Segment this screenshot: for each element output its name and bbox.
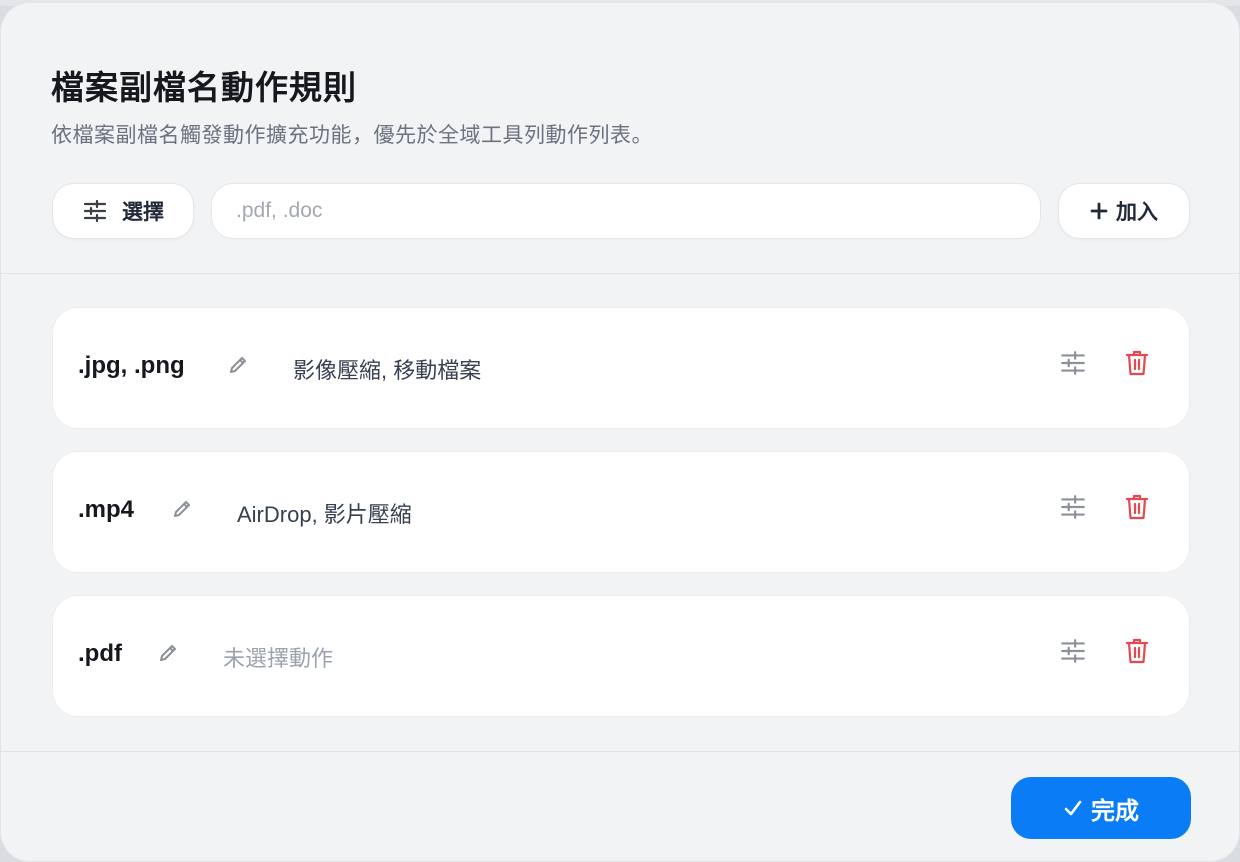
rule-extensions: .pdf — [78, 640, 122, 667]
checkmark-icon — [1063, 798, 1083, 818]
extension-input[interactable] — [211, 183, 1041, 239]
dialog-subtitle: 依檔案副檔名觸發動作擴充功能，優先於全域工具列動作列表。 — [51, 124, 653, 147]
rule-card: .pdf 未選擇動作 — [52, 595, 1190, 717]
trash-icon[interactable] — [1125, 349, 1149, 377]
rule-actions: 影像壓縮, 移動檔案 — [293, 358, 482, 383]
sliders-icon — [82, 199, 108, 223]
divider — [1, 273, 1239, 274]
rule-actions-empty: 未選擇動作 — [223, 646, 334, 671]
pencil-icon[interactable] — [227, 354, 249, 376]
configure-actions-button[interactable] — [1059, 494, 1087, 520]
pencil-icon[interactable] — [171, 498, 193, 520]
add-rule-button[interactable]: 加入 — [1058, 183, 1190, 239]
configure-actions-button[interactable] — [1059, 350, 1087, 376]
trash-icon[interactable] — [1125, 637, 1149, 665]
add-button-label: 加入 — [1116, 201, 1158, 224]
rule-card: .mp4 AirDrop, 影片壓縮 — [52, 451, 1190, 573]
done-button[interactable]: 完成 — [1011, 777, 1191, 839]
plus-icon — [1090, 202, 1108, 220]
rule-extensions: .jpg, .png — [78, 352, 185, 379]
pencil-icon[interactable] — [157, 642, 179, 664]
trash-icon[interactable] — [1125, 493, 1149, 521]
rule-actions: AirDrop, 影片壓縮 — [237, 502, 412, 527]
select-action-button[interactable]: 選擇 — [52, 183, 194, 239]
configure-actions-button[interactable] — [1059, 638, 1087, 664]
rule-extensions: .mp4 — [78, 496, 135, 523]
select-button-label: 選擇 — [122, 201, 164, 224]
rule-card: .jpg, .png 影像壓縮, 移動檔案 — [52, 307, 1190, 429]
dialog-title: 檔案副檔名動作規則 — [51, 69, 357, 106]
done-button-label: 完成 — [1091, 797, 1139, 825]
divider — [1, 751, 1239, 752]
extension-rules-dialog: 檔案副檔名動作規則 依檔案副檔名觸發動作擴充功能，優先於全域工具列動作列表。 選… — [0, 2, 1240, 862]
